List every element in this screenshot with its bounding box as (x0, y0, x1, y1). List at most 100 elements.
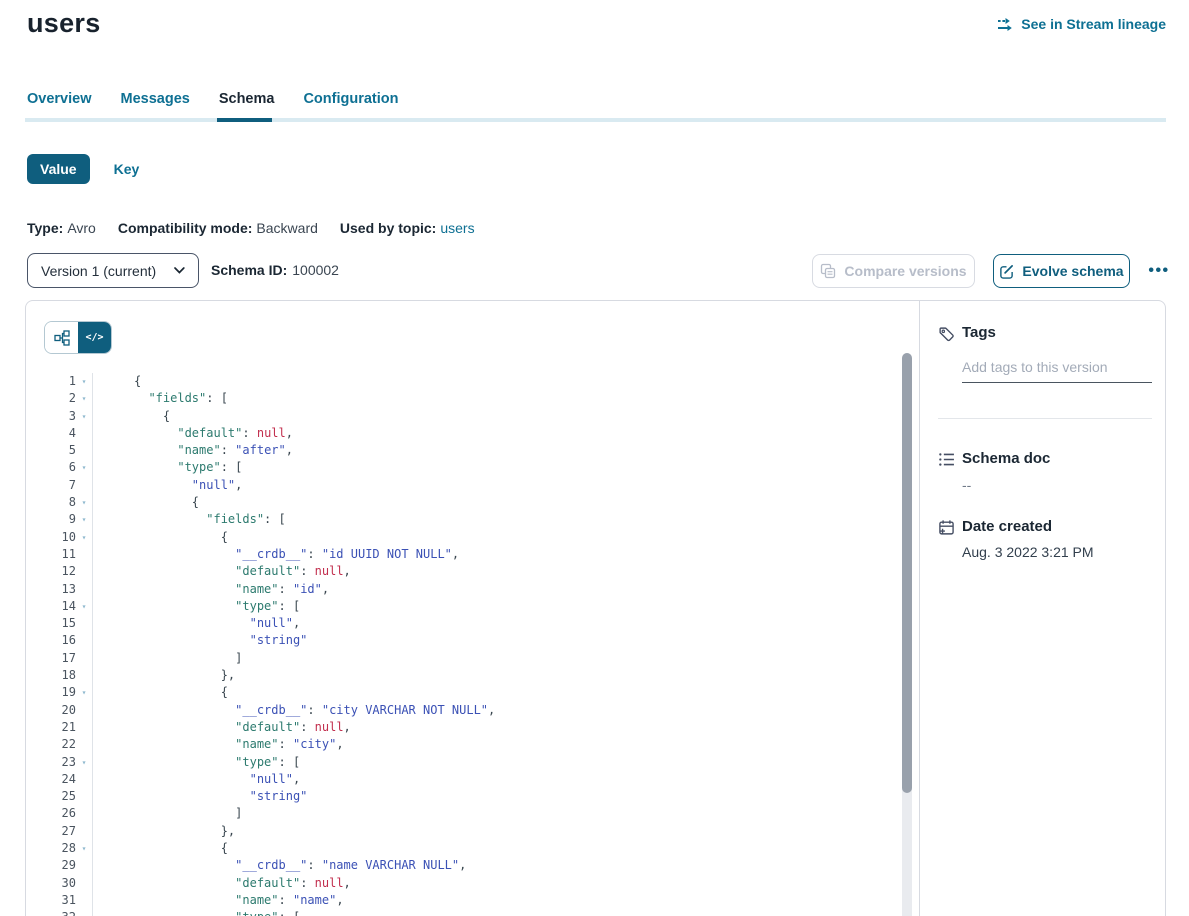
code-text: "name": "name", (92, 892, 901, 909)
code-text: }, (92, 667, 901, 684)
code-line: 2▾ "fields": [ (26, 390, 901, 407)
code-line: 22 "name": "city", (26, 736, 901, 753)
code-text: "type": [ (92, 754, 901, 771)
line-number: 18 (26, 667, 76, 684)
code-line: 1▾{ (26, 373, 901, 390)
code-text: { (92, 408, 901, 425)
fold-arrow-icon[interactable]: ▾ (76, 598, 92, 615)
code-text: { (92, 494, 901, 511)
code-text: { (92, 373, 901, 390)
active-tab-indicator (217, 118, 272, 122)
topic-link[interactable]: users (440, 220, 474, 236)
code-text: "null", (92, 771, 901, 788)
fold-spacer (76, 425, 92, 442)
code-text: "default": null, (92, 563, 901, 580)
line-number: 8 (26, 494, 76, 511)
tags-section-title: Tags (962, 324, 996, 341)
code-text: "__crdb__": "name VARCHAR NULL", (92, 857, 901, 874)
fold-spacer (76, 667, 92, 684)
code-editor[interactable]: 1▾{2▾ "fields": [3▾ {4 "default": null,5… (26, 373, 901, 916)
tab-configuration[interactable]: Configuration (303, 91, 398, 117)
sidebar-divider (938, 418, 1152, 419)
line-number: 3 (26, 408, 76, 425)
meta-type: Type:Avro (27, 220, 96, 236)
code-line: 21 "default": null, (26, 719, 901, 736)
compare-versions-button[interactable]: Compare versions (812, 254, 975, 288)
fold-arrow-icon[interactable]: ▾ (76, 529, 92, 546)
key-toggle-button[interactable]: Key (114, 161, 140, 177)
fold-arrow-icon[interactable]: ▾ (76, 459, 92, 476)
code-view-toggle-button[interactable]: </> (78, 322, 111, 353)
date-created-value: Aug. 3 2022 3:21 PM (962, 544, 1094, 560)
code-text: ] (92, 650, 901, 667)
schema-doc-title: Schema doc (962, 450, 1050, 467)
more-actions-button[interactable]: ••• (1144, 256, 1174, 286)
meta-compatibility: Compatibility mode:Backward (118, 220, 318, 236)
tags-input[interactable] (962, 351, 1152, 383)
line-number: 23 (26, 754, 76, 771)
version-select[interactable]: Version 1 (current) (27, 253, 199, 288)
fold-spacer (76, 771, 92, 788)
code-text: "type": [ (92, 909, 901, 916)
compare-versions-label: Compare versions (844, 263, 966, 279)
code-line: 13 "name": "id", (26, 581, 901, 598)
code-text: "name": "after", (92, 442, 901, 459)
compatibility-label: Compatibility mode: (118, 220, 253, 236)
code-text: "__crdb__": "city VARCHAR NOT NULL", (92, 702, 901, 719)
version-select-value: Version 1 (current) (41, 263, 156, 279)
schema-doc-value: -- (962, 477, 971, 493)
fold-arrow-icon[interactable]: ▾ (76, 494, 92, 511)
fold-arrow-icon[interactable]: ▾ (76, 840, 92, 857)
fold-spacer (76, 546, 92, 563)
stream-lineage-label: See in Stream lineage (1021, 16, 1166, 32)
line-number: 21 (26, 719, 76, 736)
stream-lineage-icon (997, 17, 1014, 32)
page-title: users (27, 8, 101, 39)
code-line: 27 }, (26, 823, 901, 840)
fold-arrow-icon[interactable]: ▾ (76, 909, 92, 916)
fold-arrow-icon[interactable]: ▾ (76, 373, 92, 390)
code-line: 6▾ "type": [ (26, 459, 901, 476)
code-text: "fields": [ (92, 511, 901, 528)
fold-spacer (76, 892, 92, 909)
value-toggle-button[interactable]: Value (27, 154, 90, 184)
scrollbar-thumb[interactable] (902, 353, 912, 793)
code-text: { (92, 684, 901, 701)
code-line: 16 "string" (26, 632, 901, 649)
code-line: 32▾ "type": [ (26, 909, 901, 916)
line-number: 10 (26, 529, 76, 546)
code-text: "string" (92, 632, 901, 649)
fold-arrow-icon[interactable]: ▾ (76, 511, 92, 528)
line-number: 32 (26, 909, 76, 916)
code-line: 30 "default": null, (26, 875, 901, 892)
tab-messages[interactable]: Messages (121, 91, 190, 117)
code-line: 26 ] (26, 805, 901, 822)
fold-arrow-icon[interactable]: ▾ (76, 684, 92, 701)
stream-lineage-link[interactable]: See in Stream lineage (997, 16, 1166, 32)
code-line: 17 ] (26, 650, 901, 667)
fold-spacer (76, 702, 92, 719)
evolve-schema-button[interactable]: Evolve schema (993, 254, 1130, 288)
fold-spacer (76, 632, 92, 649)
editor-scrollbar[interactable] (902, 353, 912, 916)
line-number: 28 (26, 840, 76, 857)
tab-schema[interactable]: Schema (219, 91, 275, 117)
line-number: 26 (26, 805, 76, 822)
code-text: "null", (92, 477, 901, 494)
type-value: Avro (67, 220, 96, 236)
line-number: 24 (26, 771, 76, 788)
line-number: 16 (26, 632, 76, 649)
fold-arrow-icon[interactable]: ▾ (76, 390, 92, 407)
tab-overview[interactable]: Overview (27, 91, 92, 117)
evolve-schema-label: Evolve schema (1022, 263, 1123, 279)
tree-view-toggle-button[interactable] (45, 322, 78, 353)
editor-view-toggle: </> (44, 321, 112, 354)
code-line: 11 "__crdb__": "id UUID NOT NULL", (26, 546, 901, 563)
line-number: 19 (26, 684, 76, 701)
fold-arrow-icon[interactable]: ▾ (76, 754, 92, 771)
line-number: 25 (26, 788, 76, 805)
fold-arrow-icon[interactable]: ▾ (76, 408, 92, 425)
line-number: 6 (26, 459, 76, 476)
code-text: "type": [ (92, 598, 901, 615)
code-line: 18 }, (26, 667, 901, 684)
